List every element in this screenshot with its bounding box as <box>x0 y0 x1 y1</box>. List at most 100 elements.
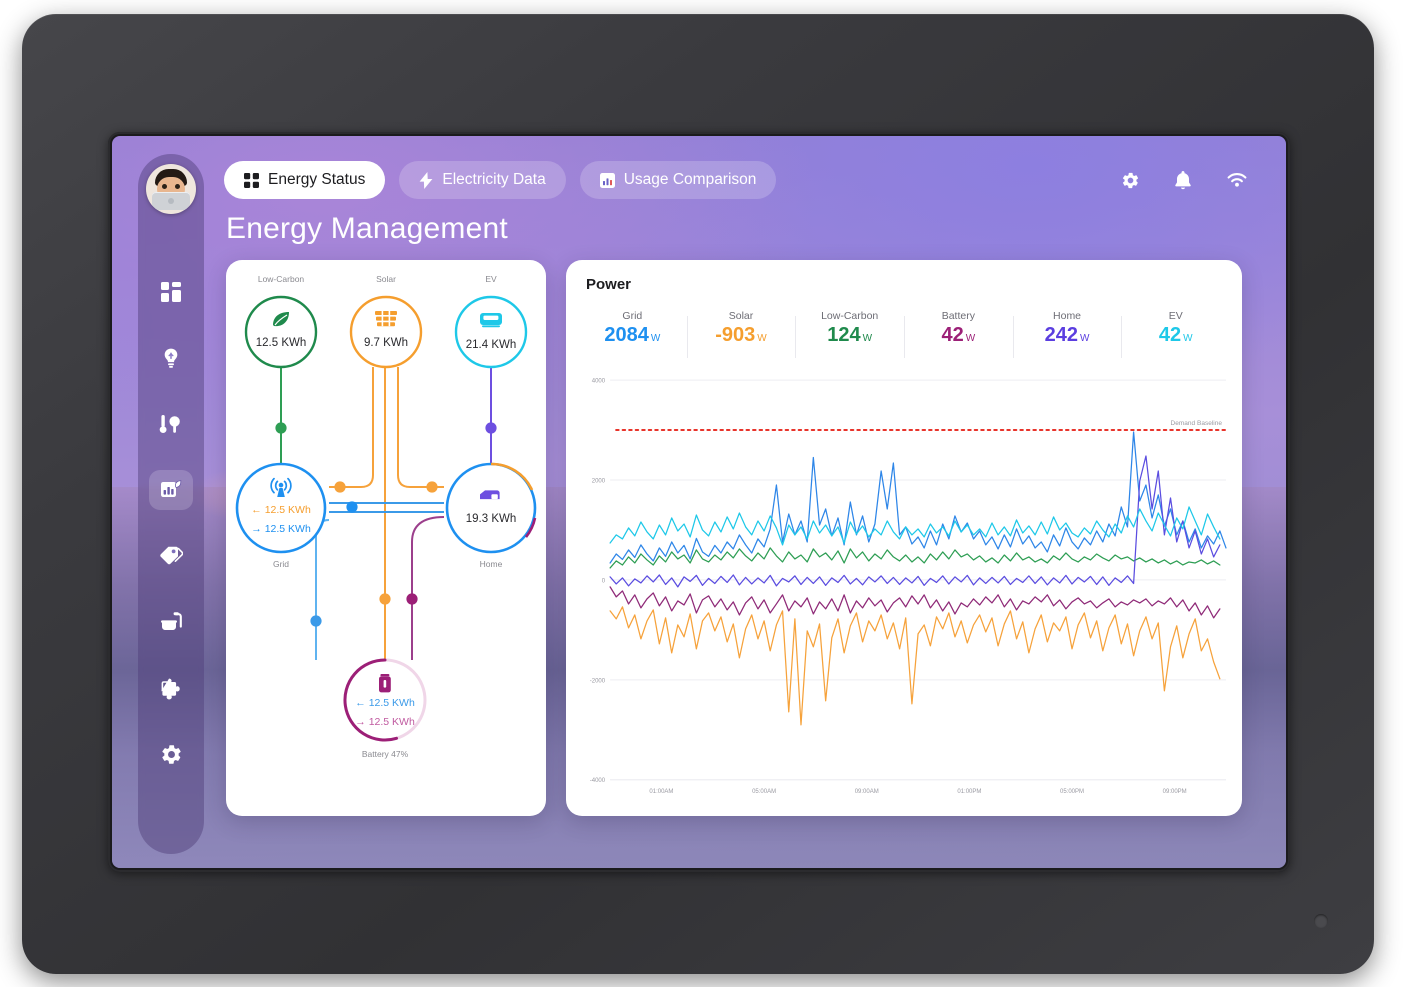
node-circle-lowcarbon <box>246 297 316 367</box>
avatar-eye-left <box>162 184 167 189</box>
sidebar-item-tags[interactable] <box>149 536 193 576</box>
y-tick-label: 2000 <box>592 478 606 484</box>
gear-icon[interactable] <box>1121 171 1140 190</box>
puzzle-icon <box>160 677 183 700</box>
stat-grid: Grid 2084W <box>578 310 687 366</box>
link-home-battery <box>412 517 444 660</box>
power-stats-row: Grid 2084W Solar -903W Low-Carbon 124W B… <box>578 310 1230 366</box>
series-line-battery <box>610 587 1220 618</box>
page-title: Energy Management <box>226 212 508 246</box>
flow-dot-home-battery <box>406 593 417 604</box>
node-label-home: Home <box>480 559 503 569</box>
tab-energy-status[interactable]: Energy Status <box>224 161 385 199</box>
node-label-grid: Grid <box>273 559 289 569</box>
tablet-bezel: Energy Status Electricity Data Usage Com… <box>22 14 1374 974</box>
flow-dot-grid-home <box>346 501 357 512</box>
y-tick-label: 0 <box>602 578 606 584</box>
grid-export-value: →12.5 KWh <box>251 523 311 535</box>
series-line-grid <box>610 432 1226 563</box>
x-tick-label: 05:00AM <box>752 789 776 795</box>
y-tick-label: 4000 <box>592 378 606 384</box>
stat-label: EV <box>1121 310 1230 322</box>
bar-chart-icon <box>600 173 615 188</box>
x-tick-label: 09:00PM <box>1163 789 1187 795</box>
climate-icon <box>159 413 183 435</box>
stat-value: -903W <box>687 325 796 345</box>
tablet-screen-frame: Energy Status Electricity Data Usage Com… <box>108 132 1290 872</box>
grid-icon <box>244 173 259 188</box>
link-grid-battery <box>316 520 329 660</box>
stat-label: Low-Carbon <box>795 310 904 322</box>
flow-dot-solar-down <box>379 593 390 604</box>
energy-chart-icon <box>159 478 183 502</box>
tab-electricity-data[interactable]: Electricity Data <box>399 161 565 199</box>
sidebar-nav <box>149 272 193 774</box>
stat-ev: EV 42W <box>1121 310 1230 366</box>
series-line-solar <box>610 607 1220 725</box>
tab-label: Electricity Data <box>442 171 545 189</box>
stat-solar: Solar -903W <box>687 310 796 366</box>
lightbulb-icon <box>160 347 182 369</box>
flow-dot-ev <box>485 422 496 433</box>
stat-low-carbon: Low-Carbon 124W <box>795 310 904 366</box>
sidebar-item-climate[interactable] <box>149 404 193 444</box>
x-tick-label: 01:00PM <box>957 789 981 795</box>
battery-icon <box>379 674 391 692</box>
y-tick-label: -4000 <box>590 778 606 784</box>
solar-panel-icon <box>375 311 397 326</box>
tab-usage-comparison[interactable]: Usage Comparison <box>580 161 777 199</box>
bell-icon[interactable] <box>1174 171 1192 190</box>
tab-label: Usage Comparison <box>624 171 757 189</box>
sidebar-item-lighting[interactable] <box>149 338 193 378</box>
grid-import-value: ←12.5 KWh <box>251 504 311 516</box>
energy-flow-diagram: Low-Carbon 12.5 KWh Solar <box>226 260 546 816</box>
tag-icon <box>159 545 183 567</box>
x-tick-label: 05:00PM <box>1060 789 1084 795</box>
node-circle-solar <box>351 297 421 367</box>
node-label-ev: EV <box>485 274 497 284</box>
stat-label: Grid <box>578 310 687 322</box>
tab-label: Energy Status <box>268 171 365 189</box>
sidebar-item-dashboard[interactable] <box>149 272 193 312</box>
sidebar-item-settings[interactable] <box>149 734 193 774</box>
appliance-icon <box>159 610 183 634</box>
node-label-battery: Battery 47% <box>362 749 409 759</box>
stat-value: 2084W <box>578 325 687 345</box>
sidebar-item-appliances[interactable] <box>149 602 193 642</box>
tablet-camera-dot <box>1314 914 1328 928</box>
wifi-icon[interactable] <box>1226 172 1248 189</box>
sidebar-item-energy[interactable] <box>149 470 193 510</box>
stat-battery: Battery 42W <box>904 310 1013 366</box>
stat-value: 42W <box>1121 325 1230 345</box>
x-tick-label: 09:00AM <box>855 789 879 795</box>
avatar[interactable] <box>146 164 196 214</box>
stat-label: Solar <box>687 310 796 322</box>
link-solar-right <box>398 367 444 487</box>
app-screen: Energy Status Electricity Data Usage Com… <box>112 136 1286 868</box>
power-card: Power Grid 2084W Solar -903W Low-Carbon … <box>566 260 1242 816</box>
stat-label: Battery <box>904 310 1013 322</box>
node-value-solar: 9.7 KWh <box>364 337 408 349</box>
flow-dot-solar-left <box>334 481 345 492</box>
sidebar-item-integrations[interactable] <box>149 668 193 708</box>
flow-dot-lowcarbon <box>275 422 286 433</box>
bolt-icon <box>419 172 433 189</box>
stat-value: 242W <box>1013 325 1122 345</box>
node-value-lowcarbon: 12.5 KWh <box>256 337 307 349</box>
power-title: Power <box>586 276 631 293</box>
power-chart-svg: 400020000-2000-400001:00AM05:00AM09:00AM… <box>574 372 1232 806</box>
demand-baseline-label: Demand Baseline <box>1171 420 1223 427</box>
dashboard-grid-icon <box>160 281 182 303</box>
battery-discharge-value: →12.5 KWh <box>355 716 415 728</box>
node-value-home: 19.3 KWh <box>466 513 517 525</box>
stat-value: 124W <box>795 325 904 345</box>
battery-charge-value: ←12.5 KWh <box>355 697 415 709</box>
top-bar: Energy Status Electricity Data Usage Com… <box>224 160 1262 200</box>
stat-value: 42W <box>904 325 1013 345</box>
sidebar <box>138 154 204 854</box>
stat-label: Home <box>1013 310 1122 322</box>
link-solar-left <box>329 367 373 487</box>
power-chart: 400020000-2000-400001:00AM05:00AM09:00AM… <box>574 372 1232 806</box>
node-label-lowcarbon: Low-Carbon <box>258 274 305 284</box>
stat-home: Home 242W <box>1013 310 1122 366</box>
